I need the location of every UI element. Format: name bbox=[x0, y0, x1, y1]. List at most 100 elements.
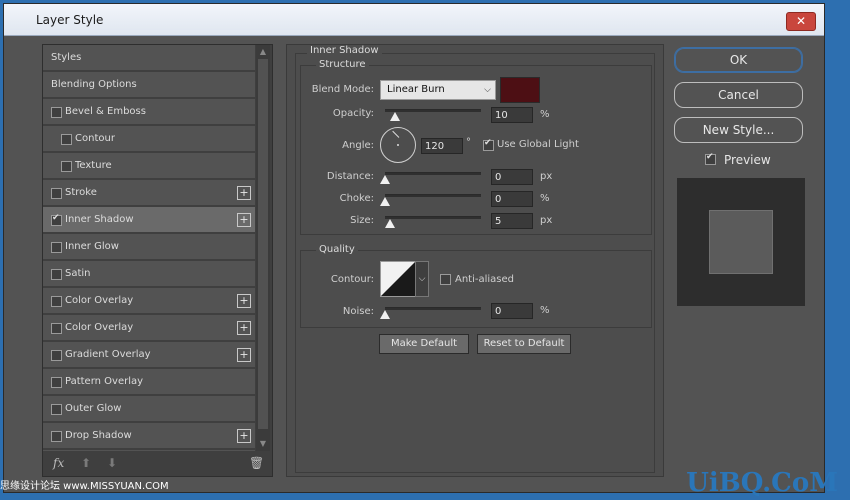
distance-slider-handle[interactable] bbox=[380, 175, 390, 184]
contour-dropdown-chevron-icon[interactable]: ⌵ bbox=[415, 261, 429, 297]
sidebar-item-checkbox[interactable] bbox=[51, 350, 62, 361]
choke-input[interactable]: 0 bbox=[491, 191, 533, 207]
sidebar-item-checkbox[interactable] bbox=[61, 161, 72, 172]
sidebar-item-checkbox[interactable] bbox=[51, 296, 62, 307]
distance-input[interactable]: 0 bbox=[491, 169, 533, 185]
style-preview bbox=[677, 178, 805, 306]
sidebar-item-checkbox[interactable] bbox=[51, 188, 62, 199]
sidebar-item-label: Outer Glow bbox=[65, 403, 122, 414]
close-button[interactable]: ✕ bbox=[786, 12, 816, 31]
size-input[interactable]: 5 bbox=[491, 213, 533, 229]
sidebar-item-checkbox[interactable] bbox=[51, 404, 62, 415]
sidebar-item-checkbox[interactable] bbox=[51, 242, 62, 253]
sidebar-item[interactable]: Outer Glow bbox=[43, 396, 255, 422]
sidebar-item[interactable]: Gradient Overlay + bbox=[43, 342, 255, 368]
sidebar-item-checkbox[interactable] bbox=[51, 323, 62, 334]
contour-preview[interactable] bbox=[380, 261, 416, 297]
reset-to-default-button[interactable]: Reset to Default bbox=[477, 334, 571, 354]
sidebar-item[interactable]: Color Overlay + bbox=[43, 288, 255, 314]
size-unit: px bbox=[540, 215, 553, 226]
blend-mode-label: Blend Mode: bbox=[311, 84, 374, 95]
sidebar-item-label: Satin bbox=[65, 268, 91, 279]
title-bar: Layer Style ✕ bbox=[4, 4, 824, 36]
sidebar-item[interactable]: Inner Shadow + bbox=[43, 207, 255, 233]
inner-shadow-heading: Inner Shadow bbox=[307, 45, 382, 56]
noise-input[interactable]: 0 bbox=[491, 303, 533, 319]
size-slider-handle[interactable] bbox=[385, 219, 395, 228]
sidebar-item[interactable]: Styles bbox=[43, 45, 255, 71]
sidebar-item[interactable]: Contour bbox=[43, 126, 255, 152]
sidebar-item[interactable]: Satin bbox=[43, 261, 255, 287]
sidebar-item-label: Texture bbox=[75, 160, 112, 171]
move-down-icon[interactable]: ⬇ bbox=[107, 456, 117, 470]
size-slider[interactable] bbox=[385, 216, 481, 219]
preview-swatch bbox=[709, 210, 773, 274]
shadow-color-swatch[interactable] bbox=[500, 77, 540, 103]
sidebar-item-label: Drop Shadow bbox=[65, 430, 132, 441]
noise-slider[interactable] bbox=[385, 307, 481, 310]
site-logo: UiBQ.CoM bbox=[686, 468, 838, 498]
anti-aliased-checkbox[interactable] bbox=[440, 274, 451, 285]
scroll-up-icon[interactable]: ▲ bbox=[258, 47, 268, 57]
distance-slider[interactable] bbox=[385, 172, 481, 175]
dialog-title: Layer Style bbox=[36, 13, 104, 27]
inner-shadow-panel: Inner Shadow Structure Blend Mode: Linea… bbox=[286, 44, 664, 477]
scroll-thumb[interactable] bbox=[258, 59, 268, 429]
sidebar-item[interactable]: Stroke + bbox=[43, 180, 255, 206]
angle-dial[interactable] bbox=[380, 127, 416, 163]
angle-label: Angle: bbox=[342, 140, 374, 151]
chevron-down-icon: ⌵ bbox=[484, 85, 491, 95]
sidebar-item-label: Color Overlay bbox=[65, 322, 134, 333]
styles-list: Styles Blending Options Bevel & Emboss Cont… bbox=[43, 45, 255, 451]
choke-slider[interactable] bbox=[385, 194, 481, 197]
move-up-icon[interactable]: ⬆ bbox=[81, 456, 91, 470]
sidebar-item[interactable]: Color Overlay + bbox=[43, 315, 255, 341]
sidebar-item-checkbox[interactable] bbox=[51, 431, 62, 442]
sidebar-item[interactable]: Drop Shadow + bbox=[43, 423, 255, 449]
size-label: Size: bbox=[350, 215, 374, 226]
sidebar-item[interactable]: Texture bbox=[43, 153, 255, 179]
ok-button[interactable]: OK bbox=[674, 47, 803, 73]
angle-unit: ° bbox=[466, 137, 471, 148]
preview-checkbox[interactable] bbox=[705, 152, 716, 165]
sidebar-item[interactable]: Inner Glow bbox=[43, 234, 255, 260]
cancel-button[interactable]: Cancel bbox=[674, 82, 803, 108]
angle-input[interactable]: 120 bbox=[421, 138, 463, 154]
watermark-text: 思缘设计论坛 www.MISSYUAN.COM bbox=[0, 481, 169, 492]
sidebar-item-label: Contour bbox=[75, 133, 115, 144]
use-global-light-checkbox[interactable] bbox=[483, 138, 494, 151]
scroll-down-icon[interactable]: ▼ bbox=[258, 439, 268, 449]
sidebar-item[interactable]: Blending Options bbox=[43, 72, 255, 98]
sidebar-item-label: Gradient Overlay bbox=[65, 349, 151, 360]
add-effect-plus-icon[interactable]: + bbox=[237, 429, 251, 443]
sidebar-item[interactable]: Bevel & Emboss bbox=[43, 99, 255, 125]
distance-unit: px bbox=[540, 171, 553, 182]
trash-icon[interactable]: 🗑 bbox=[249, 456, 264, 470]
blend-mode-select[interactable]: Linear Burn ⌵ bbox=[380, 80, 496, 100]
sidebar-item-label: Inner Shadow bbox=[65, 214, 134, 225]
use-global-light-label: Use Global Light bbox=[497, 139, 579, 150]
new-style-button[interactable]: New Style... bbox=[674, 117, 803, 143]
angle-dial-center bbox=[397, 144, 399, 146]
make-default-button[interactable]: Make Default bbox=[379, 334, 469, 354]
sidebar-scrollbar[interactable]: ▲ ▼ bbox=[256, 45, 270, 451]
add-effect-plus-icon[interactable]: + bbox=[237, 213, 251, 227]
sidebar-item-checkbox[interactable] bbox=[51, 269, 62, 280]
sidebar-item[interactable]: Pattern Overlay bbox=[43, 369, 255, 395]
anti-aliased-label: Anti-aliased bbox=[455, 274, 515, 285]
sidebar-item-checkbox[interactable] bbox=[51, 107, 62, 118]
opacity-input[interactable]: 10 bbox=[491, 107, 533, 123]
sidebar-item-checkbox[interactable] bbox=[51, 377, 62, 388]
sidebar-item-label: Blending Options bbox=[51, 79, 137, 90]
preview-label: Preview bbox=[724, 153, 771, 167]
sidebar-item-checkbox[interactable] bbox=[51, 213, 62, 226]
add-effect-plus-icon[interactable]: + bbox=[237, 186, 251, 200]
add-effect-plus-icon[interactable]: + bbox=[237, 348, 251, 362]
noise-slider-handle[interactable] bbox=[380, 310, 390, 319]
choke-slider-handle[interactable] bbox=[380, 197, 390, 206]
add-effect-plus-icon[interactable]: + bbox=[237, 321, 251, 335]
sidebar-item-checkbox[interactable] bbox=[61, 134, 72, 145]
opacity-slider-handle[interactable] bbox=[390, 112, 400, 121]
add-effect-plus-icon[interactable]: + bbox=[237, 294, 251, 308]
fx-icon[interactable]: fx bbox=[53, 456, 64, 470]
